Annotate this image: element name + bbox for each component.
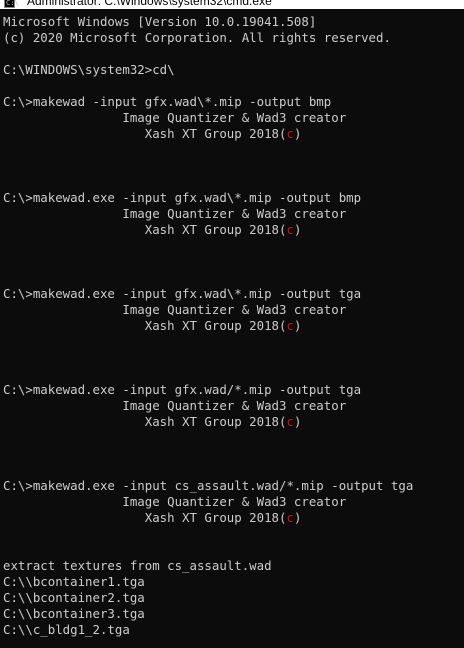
copyright-c: c (286, 126, 294, 141)
console-line: Xash XT Group 2018(c) (3, 126, 464, 142)
console-line-text: (c) 2020 Microsoft Corporation. All righ… (3, 30, 391, 45)
console-line: C:\>makewad.exe -input gfx.wad\*.mip -ou… (3, 286, 464, 302)
console-line: Image Quantizer & Wad3 creator (3, 398, 464, 414)
console-line: C:\\bcontainer2.tga (3, 590, 464, 606)
console-line: C:\\c_bldg1_2.tga (3, 622, 464, 638)
console-line-tail: ) (293, 510, 302, 525)
copyright-c: c (286, 510, 294, 525)
console-line-text: Xash XT Group 2018( (3, 318, 287, 333)
console-line-text: C:\>makewad.exe -input gfx.wad\*.mip -ou… (3, 190, 362, 205)
console-line: C:\>makewad.exe -input cs_assault.wad/*.… (3, 478, 464, 494)
console-line-text: C:\WINDOWS\system32>cd\ (3, 62, 175, 77)
console-line: Xash XT Group 2018(c) (3, 510, 464, 526)
console-line-tail: ) (293, 318, 302, 333)
copyright-c: c (286, 318, 294, 333)
console-line-tail: ) (293, 414, 302, 429)
console-line-text: C:\\bcontainer1.tga (3, 574, 145, 589)
console-line-text: Image Quantizer & Wad3 creator (3, 110, 347, 125)
window-title: Administrator: C:\Windows\system32\cmd.e… (27, 0, 272, 8)
console-line-text: C:\>makewad.exe -input gfx.wad\*.mip -ou… (3, 286, 362, 301)
console-line: C:\\bcontainer1.tga (3, 574, 464, 590)
console-line: Microsoft Windows [Version 10.0.19041.50… (3, 14, 464, 30)
console-line: C:\>makewad.exe -input gfx.wad/*.mip -ou… (3, 382, 464, 398)
cmd-icon: C:\ (4, 0, 19, 8)
console-line: C:\>makewad -input gfx.wad\*.mip -output… (3, 94, 464, 110)
console-line: Xash XT Group 2018(c) (3, 318, 464, 334)
copyright-c: c (286, 222, 294, 237)
title-bar[interactable]: C:\ Administrator: C:\Windows\system32\c… (0, 0, 464, 9)
console-line-text: Image Quantizer & Wad3 creator (3, 494, 347, 509)
console-line: (c) 2020 Microsoft Corporation. All righ… (3, 30, 464, 46)
console-line-text: Xash XT Group 2018( (3, 126, 287, 141)
console-line: Xash XT Group 2018(c) (3, 414, 464, 430)
console-line-text: Image Quantizer & Wad3 creator (3, 206, 347, 221)
console-line-text: Xash XT Group 2018( (3, 510, 287, 525)
console-line-text: extract textures from cs_assault.wad (3, 558, 272, 573)
console-line-text: Xash XT Group 2018( (3, 222, 287, 237)
console-line: C:\\bcontainer3.tga (3, 606, 464, 622)
console-line: Image Quantizer & Wad3 creator (3, 302, 464, 318)
cmd-window: C:\ Administrator: C:\Windows\system32\c… (0, 0, 464, 648)
console-line-text: C:\\bcontainer3.tga (3, 606, 145, 621)
console-line-text: C:\\bcontainer2.tga (3, 590, 145, 605)
console-line: C:\WINDOWS\system32>cd\ (3, 62, 464, 78)
console-line-text: C:\\c_bldg1_2.tga (3, 622, 130, 637)
console-line-text: Image Quantizer & Wad3 creator (3, 398, 347, 413)
console-line-tail: ) (293, 126, 302, 141)
console-line: Image Quantizer & Wad3 creator (3, 206, 464, 222)
console-line-tail: ) (293, 222, 302, 237)
console-line: Image Quantizer & Wad3 creator (3, 494, 464, 510)
copyright-c: c (286, 414, 294, 429)
console-line-text: C:\>makewad -input gfx.wad\*.mip -output… (3, 94, 332, 109)
console-line: Xash XT Group 2018(c) (3, 222, 464, 238)
console-line-text: Xash XT Group 2018( (3, 414, 287, 429)
console-line-text: Image Quantizer & Wad3 creator (3, 302, 347, 317)
console-line: extract textures from cs_assault.wad (3, 558, 464, 574)
console-output[interactable]: Microsoft Windows [Version 10.0.19041.50… (3, 14, 464, 648)
console-line-text: C:\>makewad.exe -input cs_assault.wad/*.… (3, 478, 414, 493)
console-line: Image Quantizer & Wad3 creator (3, 110, 464, 126)
console-line: C:\>makewad.exe -input gfx.wad\*.mip -ou… (3, 190, 464, 206)
console-line-text: Microsoft Windows [Version 10.0.19041.50… (3, 14, 317, 29)
console-line-text: C:\>makewad.exe -input gfx.wad/*.mip -ou… (3, 382, 362, 397)
